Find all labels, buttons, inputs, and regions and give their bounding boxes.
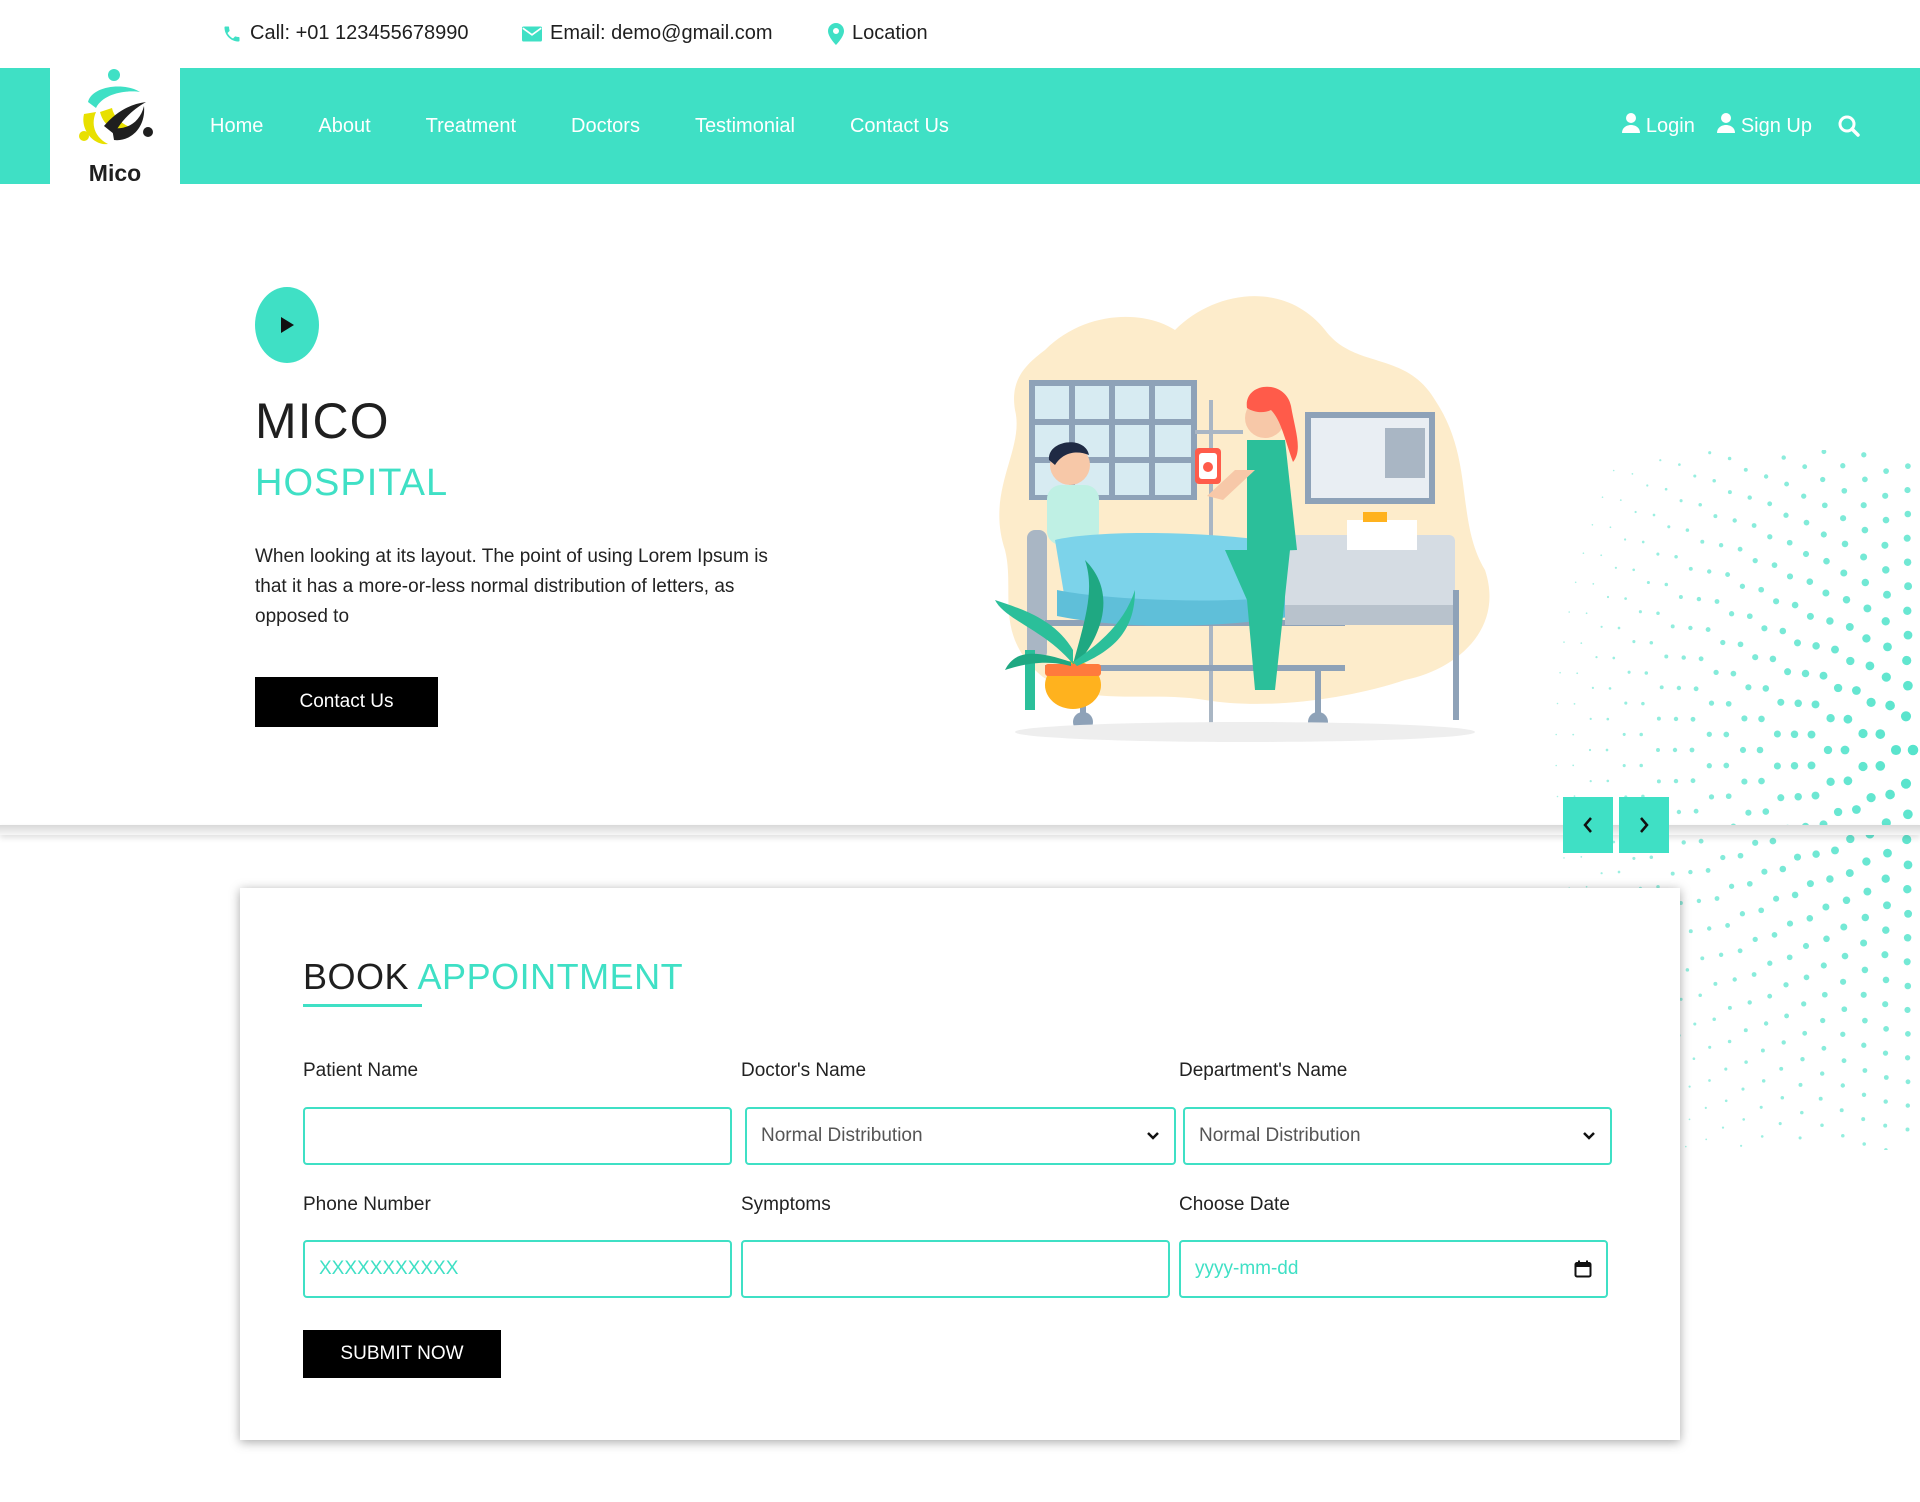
hero-description: When looking at its layout. The point of… xyxy=(255,546,768,627)
nav-about[interactable]: About xyxy=(318,115,370,138)
book-appointment-card: BOOK APPOINTMENT Patient Name Doctor's N… xyxy=(240,888,1680,1440)
nav-menu: Home About Treatment Doctors Testimonial… xyxy=(210,68,1004,184)
phone-number-label: Phone Number xyxy=(303,1194,431,1215)
nav-doctors[interactable]: Doctors xyxy=(571,115,640,138)
doctor-name-select[interactable]: Normal Distribution xyxy=(745,1107,1176,1165)
contact-bar: Call: +01 123455678990 Email: demo@gmail… xyxy=(0,0,1920,68)
contact-call-text: Call: +01 123455678990 xyxy=(250,22,469,44)
patient-name-label: Patient Name xyxy=(303,1060,419,1081)
booking-title-accent: APPOINTMENT xyxy=(417,956,684,997)
logo-text: Mico xyxy=(88,160,142,186)
logo-mark-icon xyxy=(79,69,153,145)
choose-date-label: Choose Date xyxy=(1179,1194,1290,1215)
login-link[interactable]: Login xyxy=(1621,113,1695,139)
chevron-down-icon xyxy=(1582,1131,1596,1141)
date-placeholder: yyyy-mm-dd xyxy=(1195,1258,1299,1279)
hero-subtitle: HOSPITAL xyxy=(255,462,449,504)
play-video-button[interactable] xyxy=(255,287,319,363)
signup-label: Sign Up xyxy=(1740,114,1812,137)
calendar-icon[interactable] xyxy=(1574,1260,1592,1278)
carousel-prev-button[interactable] xyxy=(1563,797,1613,853)
submit-now-button[interactable]: SUBMIT NOW xyxy=(303,1330,501,1378)
hero-contact-button[interactable]: Contact Us xyxy=(255,677,438,727)
login-label: Login xyxy=(1645,114,1695,137)
hero-title: MICO xyxy=(255,393,390,449)
main-navbar: Home About Treatment Doctors Testimonial… xyxy=(0,68,1920,184)
chevron-right-icon xyxy=(1640,817,1649,833)
phone-number-input[interactable]: XXXXXXXXXXX xyxy=(303,1240,732,1298)
search-icon[interactable] xyxy=(1838,115,1860,137)
nav-right-actions: Login Sign Up xyxy=(1621,68,1860,184)
carousel-next-button[interactable] xyxy=(1619,797,1669,853)
chevron-left-icon xyxy=(1583,817,1592,833)
doctor-name-label: Doctor's Name xyxy=(741,1060,867,1081)
play-icon xyxy=(281,317,294,333)
contact-call[interactable]: Call: +01 123455678990 xyxy=(222,22,469,45)
nav-treatment[interactable]: Treatment xyxy=(426,115,516,138)
hospital-illustration xyxy=(995,296,1490,742)
department-name-select[interactable]: Normal Distribution xyxy=(1183,1107,1612,1165)
envelope-icon xyxy=(522,26,542,42)
department-name-label: Department's Name xyxy=(1179,1060,1348,1081)
user-icon xyxy=(1621,113,1640,139)
booking-title-main: BOOK xyxy=(303,956,410,997)
chevron-down-icon xyxy=(1146,1131,1160,1141)
symptoms-label: Symptoms xyxy=(741,1194,831,1215)
map-pin-icon xyxy=(828,22,844,45)
phone-icon xyxy=(222,24,242,44)
signup-link[interactable]: Sign Up xyxy=(1716,113,1812,139)
site-logo[interactable]: Mico xyxy=(50,64,180,188)
contact-email-text: Email: demo@gmail.com xyxy=(550,22,773,44)
contact-location[interactable]: Location xyxy=(828,22,928,45)
contact-email[interactable]: Email: demo@gmail.com xyxy=(522,22,773,45)
title-underline xyxy=(303,1004,422,1007)
contact-location-text: Location xyxy=(852,22,928,44)
user-icon xyxy=(1716,113,1735,139)
doctor-name-selected: Normal Distribution xyxy=(761,1125,923,1146)
nav-testimonial[interactable]: Testimonial xyxy=(695,115,795,138)
booking-title: BOOK APPOINTMENT xyxy=(303,956,683,998)
date-input[interactable]: yyyy-mm-dd xyxy=(1179,1240,1608,1298)
nav-contact-us[interactable]: Contact Us xyxy=(850,115,949,138)
phone-number-placeholder: XXXXXXXXXXX xyxy=(319,1258,459,1279)
symptoms-input[interactable] xyxy=(741,1240,1170,1298)
patient-name-input[interactable] xyxy=(303,1107,732,1165)
nav-home[interactable]: Home xyxy=(210,115,263,138)
department-name-selected: Normal Distribution xyxy=(1199,1125,1361,1146)
